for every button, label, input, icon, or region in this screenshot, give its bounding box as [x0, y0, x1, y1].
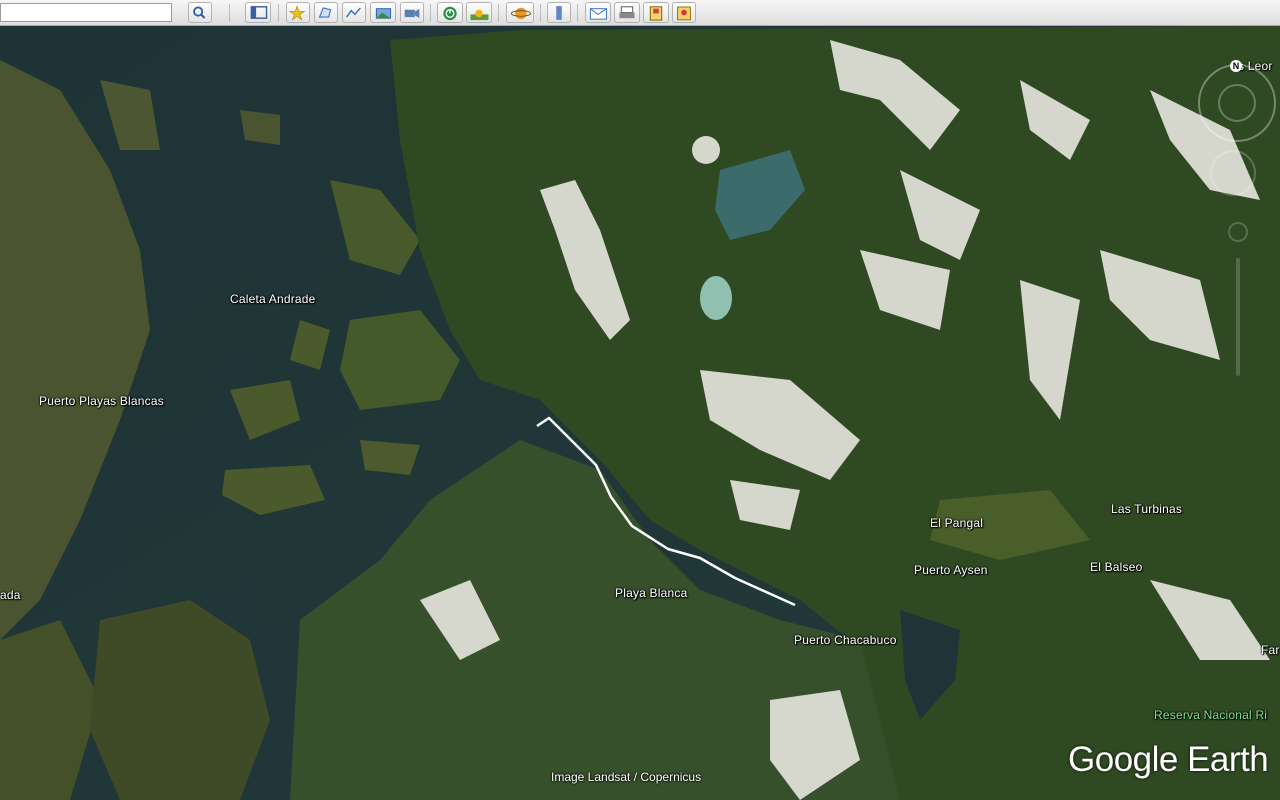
place-label[interactable]: Caleta Andrade	[230, 292, 316, 306]
historical-imagery-icon	[443, 6, 457, 21]
toolbar-separator	[577, 4, 578, 22]
historical-imagery-button[interactable]	[437, 2, 463, 23]
toolbar-separator	[278, 4, 279, 22]
place-label[interactable]: Far	[1261, 643, 1280, 657]
ruler-button[interactable]	[547, 2, 571, 23]
view-in-maps-button[interactable]	[672, 2, 696, 23]
path-add-button[interactable]	[342, 2, 366, 23]
sun-button[interactable]	[466, 2, 492, 23]
north-indicator[interactable]: N	[1230, 60, 1242, 72]
email-icon	[589, 8, 608, 20]
planet-icon	[510, 7, 531, 20]
save-image-button[interactable]	[643, 2, 669, 23]
zoom-in-button[interactable]	[1228, 222, 1248, 242]
planet-button[interactable]	[506, 2, 534, 23]
save-image-icon	[649, 6, 663, 21]
place-label[interactable]: Puerto Playas Blancas	[39, 394, 164, 408]
search-input[interactable]	[0, 3, 172, 22]
sidebar-toggle-button[interactable]	[245, 2, 271, 23]
email-button[interactable]	[585, 2, 611, 23]
place-label[interactable]: El Pangal	[930, 516, 983, 530]
placemark-add-button[interactable]	[286, 2, 310, 23]
look-control[interactable]	[1210, 150, 1256, 196]
navigation-pan-control[interactable]	[1218, 84, 1256, 122]
sidebar-toggle-icon	[250, 6, 268, 19]
print-button[interactable]	[614, 2, 640, 23]
ruler-icon	[556, 6, 562, 20]
record-tour-icon	[404, 8, 420, 18]
toolbar	[0, 0, 1280, 26]
zoom-slider[interactable]	[1236, 258, 1240, 376]
toolbar-separator	[498, 4, 499, 22]
place-label[interactable]: El Balseo	[1090, 560, 1143, 574]
polygon-add-icon	[318, 7, 332, 18]
placemark-add-icon	[288, 5, 306, 21]
image-overlay-button[interactable]	[370, 2, 396, 23]
place-label[interactable]: Puerto Chacabuco	[794, 633, 897, 647]
sun-icon	[470, 9, 489, 21]
satellite-imagery	[0, 26, 1280, 800]
view-in-maps-icon	[677, 6, 691, 21]
image-overlay-icon	[375, 8, 392, 19]
google-earth-logo: Google Earth	[1068, 740, 1269, 779]
print-icon	[619, 6, 635, 19]
map-view[interactable]: Caleta Andrade Puerto Playas Blancas ada Pl…	[0, 26, 1280, 800]
place-label[interactable]: ada	[0, 588, 21, 602]
polygon-add-button[interactable]	[314, 2, 338, 23]
search-icon	[193, 6, 206, 19]
place-label[interactable]: Puerto Aysen	[914, 563, 988, 577]
search-button[interactable]	[188, 2, 212, 23]
park-label: Reserva Nacional Ri	[1154, 708, 1268, 722]
path-add-icon	[346, 7, 361, 18]
toolbar-separator	[540, 4, 541, 22]
toolbar-separator	[430, 4, 431, 22]
place-label[interactable]: Playa Blanca	[615, 586, 687, 600]
toolbar-separator	[229, 4, 230, 22]
place-label[interactable]: Las Turbinas	[1111, 502, 1182, 516]
imagery-attribution: Image Landsat / Copernicus	[551, 770, 702, 784]
record-tour-button[interactable]	[400, 2, 424, 23]
